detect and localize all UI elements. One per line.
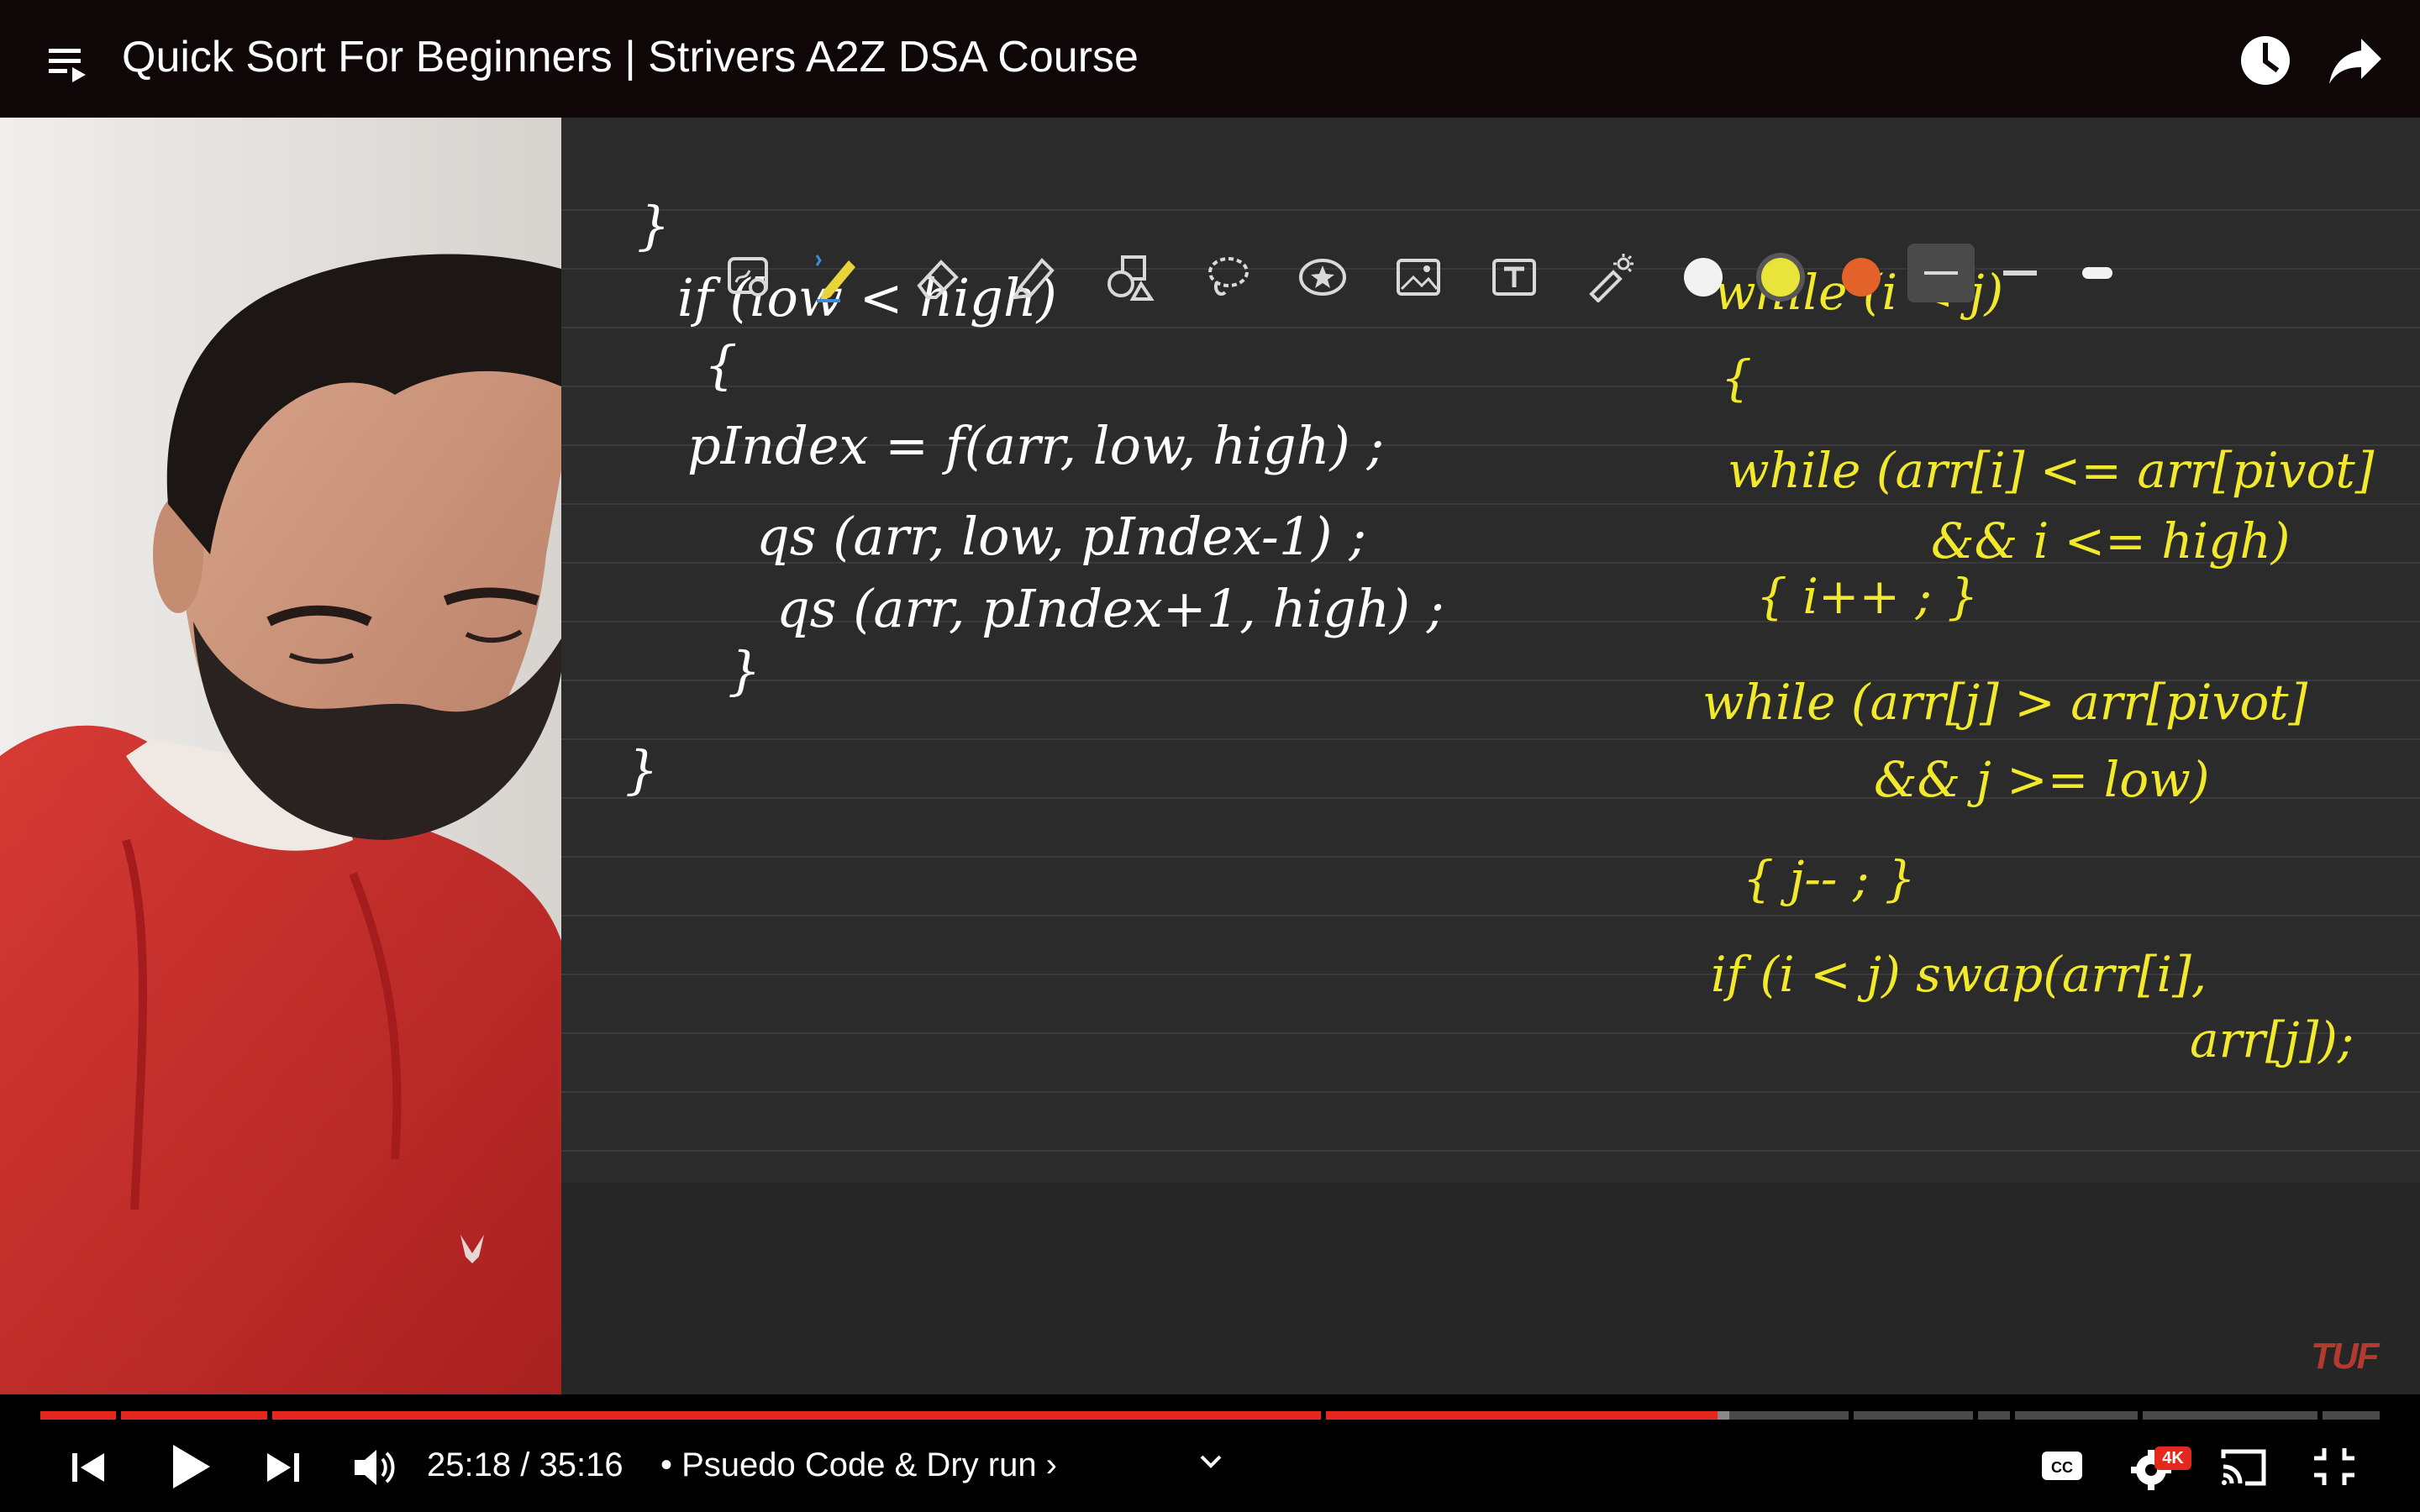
time-display: 25:18 / 35:16 — [427, 1446, 623, 1484]
svg-text:CC: CC — [2051, 1459, 2073, 1476]
stroke-thin-option[interactable] — [1907, 244, 1975, 302]
next-icon[interactable] — [262, 1446, 304, 1488]
video-title[interactable]: Quick Sort For Beginners | Strivers A2Z … — [122, 32, 1139, 82]
exit-fullscreen-icon[interactable] — [2311, 1445, 2358, 1488]
code-line: if (i < j) swap(arr[i], — [1711, 946, 2207, 1003]
sticker-icon[interactable] — [1297, 252, 1348, 302]
time-separator: / — [520, 1446, 530, 1483]
text-icon[interactable] — [1489, 252, 1539, 302]
webcam-feed — [0, 118, 561, 1394]
volume-icon[interactable] — [351, 1445, 398, 1490]
laser-pointer-icon[interactable] — [1585, 252, 1635, 302]
code-line: pIndex = f(arr, low, high) ; — [687, 415, 1384, 476]
image-icon[interactable] — [1393, 252, 1444, 302]
color-yellow-swatch[interactable] — [1761, 258, 1800, 297]
cast-icon[interactable] — [2218, 1446, 2269, 1488]
playlist-icon[interactable] — [47, 42, 91, 86]
watch-later-icon[interactable] — [2238, 34, 2292, 87]
tuf-watermark: TUF — [2311, 1336, 2380, 1377]
captions-icon[interactable]: CC — [2039, 1446, 2086, 1485]
code-line: { — [704, 334, 737, 396]
pen-icon[interactable] — [812, 252, 862, 302]
stroke-medium-option[interactable] — [1986, 244, 2054, 302]
code-line: && j >= low) — [1874, 751, 2210, 808]
code-line: arr[j]); — [2190, 1011, 2354, 1068]
code-line: } — [625, 739, 658, 801]
notes-app: } if (low < high) { pIndex = f(arr, low,… — [561, 118, 2420, 1394]
lasso-ai-icon[interactable] — [724, 252, 775, 302]
code-line: && i <= high) — [1931, 512, 2290, 570]
share-icon[interactable] — [2328, 35, 2383, 86]
shapes-icon[interactable] — [1104, 252, 1155, 302]
chapter-title[interactable]: • Psuedo Code & Dry run › — [660, 1446, 1057, 1484]
notes-blank-area — [561, 1183, 2420, 1394]
code-line: while (arr[i] <= arr[pivot] — [1728, 442, 2375, 499]
code-line: } — [728, 640, 760, 701]
color-orange-swatch[interactable] — [1842, 258, 1881, 297]
eraser-icon[interactable] — [913, 252, 963, 302]
progress-bar[interactable] — [40, 1411, 2380, 1420]
stroke-thick-option[interactable] — [2064, 244, 2131, 302]
code-line: { — [1721, 349, 1752, 407]
code-line: qs (arr, low, pIndex-1) ; — [756, 506, 1366, 567]
duration: 35:16 — [539, 1446, 623, 1483]
previous-icon[interactable] — [67, 1446, 109, 1488]
code-line: while (arr[j] > arr[pivot] — [1702, 674, 2308, 731]
highlighter-icon[interactable] — [1008, 252, 1059, 302]
presenter-image — [0, 118, 561, 1394]
code-line: { j-- ; } — [1743, 850, 1916, 907]
color-white-swatch[interactable] — [1684, 258, 1723, 297]
video-frame[interactable]: } if (low < high) { pIndex = f(arr, low,… — [0, 118, 2420, 1394]
chevron-down-icon[interactable] — [1197, 1452, 1225, 1472]
code-line: { i++ ; } — [1756, 568, 1978, 625]
code-line: qs (arr, pIndex+1, high) ; — [776, 578, 1444, 639]
lasso-icon[interactable] — [1202, 252, 1252, 302]
play-icon[interactable] — [166, 1441, 213, 1492]
quality-badge: 4K — [2154, 1446, 2191, 1470]
current-time: 25:18 — [427, 1446, 512, 1483]
code-line: } — [637, 195, 670, 256]
top-bar: Quick Sort For Beginners | Strivers A2Z … — [0, 0, 2420, 118]
